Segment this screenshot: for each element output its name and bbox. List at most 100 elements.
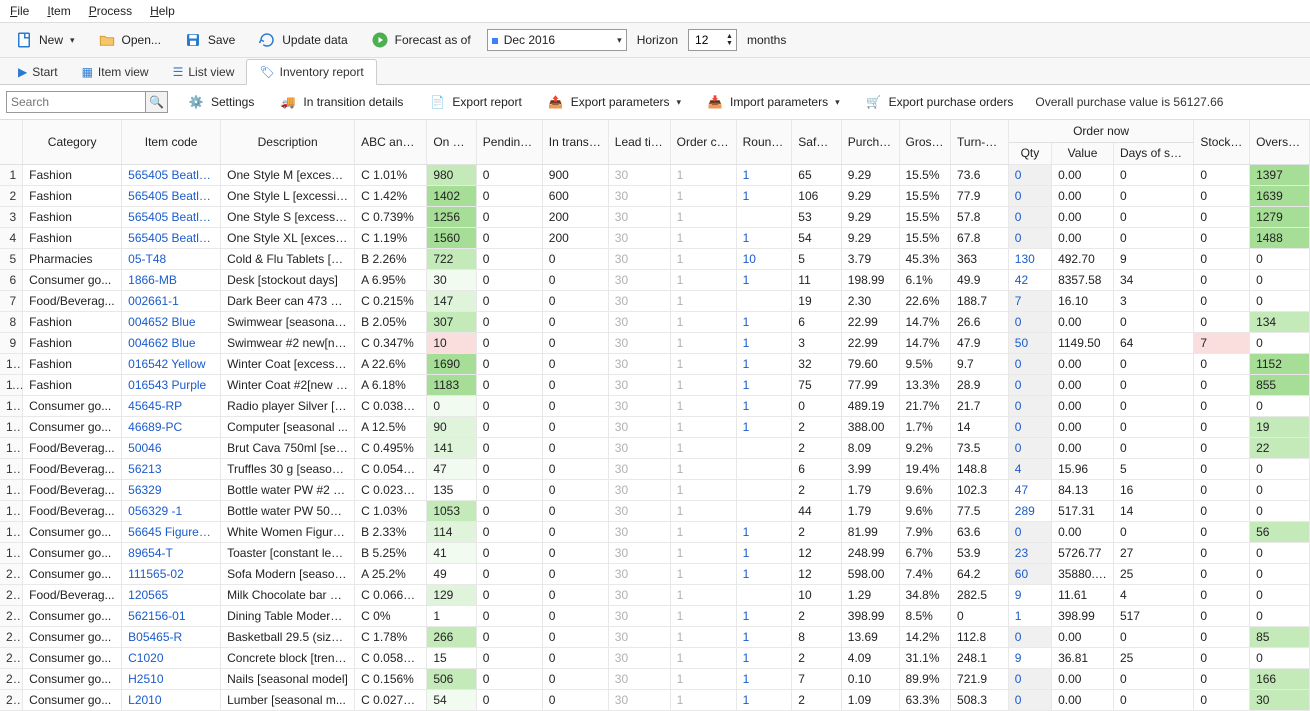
col-over[interactable]: Overstock — [1250, 120, 1310, 164]
view-tabs: ▶Start▦Item view ☰ List view 🏷Inventory rep… — [0, 58, 1310, 85]
col-trans[interactable]: In transition — [542, 120, 608, 164]
tag-icon: 🏷 — [259, 65, 274, 79]
table-row[interactable]: 4Fashion565405 Beatles ...One Style XL [… — [0, 227, 1310, 248]
col-pending[interactable]: Pending sales orders — [476, 120, 542, 164]
search-input[interactable] — [6, 91, 146, 113]
list-icon: ☰ — [173, 65, 184, 79]
col-value[interactable]: Value — [1052, 142, 1114, 164]
play-circle-icon: ▶ — [18, 65, 27, 79]
transition-details-button[interactable]: 🚚 In transition details — [272, 89, 409, 115]
table-row[interactable]: 18Consumer go...56645 Figure S...White W… — [0, 521, 1310, 542]
export-report-button[interactable]: 📄 Export report — [421, 89, 527, 115]
col-round[interactable]: Rounding — [736, 120, 792, 164]
col-onhand[interactable]: On hand — [427, 120, 476, 164]
col-dos[interactable]: Days of supply — [1113, 142, 1193, 164]
table-row[interactable]: 26Consumer go...L2010Lumber [seasonal m.… — [0, 689, 1310, 710]
horizon-input[interactable] — [695, 33, 723, 47]
col-category[interactable]: Category — [23, 120, 122, 164]
col-ordernow-group[interactable]: Order now — [1008, 120, 1194, 142]
months-label: months — [747, 33, 786, 47]
table-row[interactable]: 14Food/Beverag...50046Brut Cava 750ml [s… — [0, 437, 1310, 458]
chevron-down-icon: ▾ — [617, 35, 622, 46]
table-row[interactable]: 17Food/Beverag...056329 -1Bottle water P… — [0, 500, 1310, 521]
export-report-label: Export report — [452, 95, 521, 109]
col-desc[interactable]: Description — [221, 120, 355, 164]
tab-inventory-report[interactable]: 🏷Inventory report — [246, 59, 376, 85]
inventory-grid-wrap: Category Item code Description ABC analy… — [0, 120, 1310, 711]
chevron-down-icon: ▾ — [677, 97, 682, 108]
forecast-button[interactable]: Forecast as of — [364, 27, 477, 53]
col-abc[interactable]: ABC analysis — [355, 120, 427, 164]
play-icon — [370, 30, 390, 50]
table-row[interactable]: 5Pharmacies05-T48Cold & Flu Tablets [se.… — [0, 248, 1310, 269]
forecast-label: Forecast as of — [395, 33, 471, 47]
table-row[interactable]: 3Fashion565405 Beatles SOne Style S [exc… — [0, 206, 1310, 227]
menu-item[interactable]: Item — [47, 4, 70, 18]
import-params-button[interactable]: 📥 Import parameters ▾ — [699, 89, 846, 115]
table-row[interactable]: 21Food/Beverag...120565Milk Chocolate ba… — [0, 584, 1310, 605]
col-safety[interactable]: Safety stock — [792, 120, 841, 164]
table-row[interactable]: 1Fashion565405 Beatles ...One Style M [e… — [0, 164, 1310, 185]
table-row[interactable]: 2Fashion565405 Beatles LOne Style L [exc… — [0, 185, 1310, 206]
table-row[interactable]: 11Fashion016543 PurpleWinter Coat #2[new… — [0, 374, 1310, 395]
menu-help[interactable]: Help — [150, 4, 175, 18]
tab-item-view[interactable]: ▦Item view — [70, 60, 161, 84]
tab-label: List view — [188, 65, 234, 79]
settings-button[interactable]: ⚙️ Settings — [180, 89, 260, 115]
period-combo[interactable]: Dec 2016 ▾ — [487, 29, 627, 51]
table-row[interactable]: 8Fashion004652 BlueSwimwear [seasonal ..… — [0, 311, 1310, 332]
folder-open-icon — [97, 30, 117, 50]
tab-list-view[interactable]: ☰ List view — [161, 60, 247, 84]
cart-icon: 🛒 — [864, 92, 884, 112]
truck-icon: 🚚 — [278, 92, 298, 112]
search-icon: 🔍 — [149, 95, 164, 109]
table-row[interactable]: 22Consumer go...562156-01Dining Table Mo… — [0, 605, 1310, 626]
col-pprice[interactable]: Purchase price — [841, 120, 899, 164]
table-row[interactable]: 23Consumer go...B05465-RBasketball 29.5 … — [0, 626, 1310, 647]
table-row[interactable]: 10Fashion016542 YellowWinter Coat [exces… — [0, 353, 1310, 374]
update-label: Update data — [282, 33, 347, 47]
col-lead[interactable]: Lead time, days — [608, 120, 670, 164]
report-toolbar: 🔍 ⚙️ Settings 🚚 In transition details 📄 … — [0, 85, 1310, 120]
export-po-button[interactable]: 🛒 Export purchase orders — [858, 89, 1020, 115]
table-row[interactable]: 24Consumer go...C1020Concrete block [tre… — [0, 647, 1310, 668]
bullet-icon — [492, 38, 498, 44]
search-button[interactable]: 🔍 — [146, 91, 168, 113]
chevron-down-icon: ▾ — [835, 97, 840, 108]
export-params-label: Export parameters — [571, 95, 670, 109]
col-gmargin[interactable]: Gross margin — [899, 120, 951, 164]
table-row[interactable]: 12Consumer go...45645-RPRadio player Sil… — [0, 395, 1310, 416]
save-icon — [183, 30, 203, 50]
spin-up-icon[interactable]: ▲ — [725, 33, 734, 40]
table-row[interactable]: 13Consumer go...46689-PCComputer [season… — [0, 416, 1310, 437]
export-params-button[interactable]: 📤 Export parameters ▾ — [540, 89, 687, 115]
import-params-label: Import parameters — [730, 95, 828, 109]
table-row[interactable]: 15Food/Beverag...56213Truffles 30 g [sea… — [0, 458, 1310, 479]
menu-process[interactable]: Process — [89, 4, 132, 18]
table-row[interactable]: 16Food/Beverag...56329Bottle water PW #2… — [0, 479, 1310, 500]
tab-start[interactable]: ▶Start — [6, 60, 70, 84]
col-tindex[interactable]: Turn-earn index — [951, 120, 1009, 164]
col-cycle[interactable]: Order cycle, months — [670, 120, 736, 164]
spin-down-icon[interactable]: ▼ — [725, 40, 734, 47]
table-row[interactable]: 9Fashion004662 BlueSwimwear #2 new[ne...… — [0, 332, 1310, 353]
tab-label: Item view — [98, 65, 149, 79]
horizon-spinner[interactable]: ▲▼ — [688, 29, 737, 51]
transition-label: In transition details — [303, 95, 403, 109]
col-item[interactable]: Item code — [122, 120, 221, 164]
table-row[interactable]: 6Consumer go...1866-MBDesk [stockout day… — [0, 269, 1310, 290]
col-stockout[interactable]: Stockout — [1194, 120, 1250, 164]
open-button[interactable]: Open... — [91, 27, 167, 53]
update-data-button[interactable]: Update data — [251, 27, 353, 53]
inventory-grid[interactable]: Category Item code Description ABC analy… — [0, 120, 1310, 711]
table-row[interactable]: 7Food/Beverag...002661-1Dark Beer can 47… — [0, 290, 1310, 311]
settings-label: Settings — [211, 95, 254, 109]
new-button[interactable]: New ▾ — [8, 27, 81, 53]
menu-file[interactable]: File — [10, 4, 29, 18]
col-rownum[interactable] — [0, 120, 23, 164]
table-row[interactable]: 20Consumer go...111565-02Sofa Modern [se… — [0, 563, 1310, 584]
col-qty[interactable]: Qty — [1008, 142, 1051, 164]
save-button[interactable]: Save — [177, 27, 241, 53]
table-row[interactable]: 25Consumer go...H2510Nails [seasonal mod… — [0, 668, 1310, 689]
table-row[interactable]: 19Consumer go...89654-TToaster [constant… — [0, 542, 1310, 563]
